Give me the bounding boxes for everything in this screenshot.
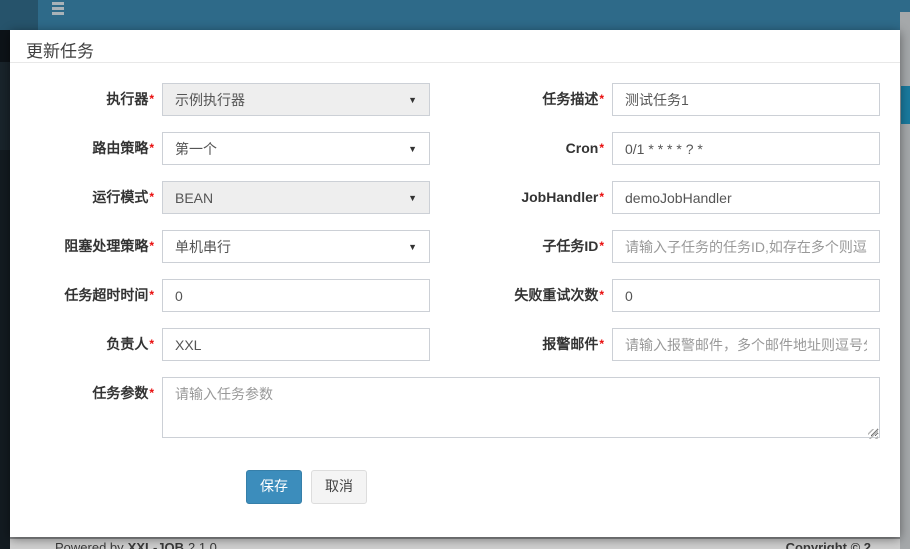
form-row: 执行器* 示例执行器 ▼ 任务描述* (10, 83, 900, 116)
required-mark: * (599, 288, 604, 302)
required-mark: * (599, 337, 604, 351)
required-mark: * (149, 239, 154, 253)
field-job-desc: 任务描述* (455, 83, 900, 116)
job-param-textarea[interactable] (162, 377, 880, 438)
field-timeout: 任务超时时间* (10, 279, 455, 312)
top-navbar (0, 0, 910, 30)
executor-select[interactable]: 示例执行器 ▼ (162, 83, 430, 116)
child-jobid-label: 子任务ID* (455, 230, 612, 263)
author-label: 负责人* (10, 328, 162, 361)
update-job-form: 执行器* 示例执行器 ▼ 任务描述* 路由策略* 第一个 ▼ Cron* (10, 63, 900, 504)
save-button[interactable]: 保存 (246, 470, 302, 504)
field-child-jobid: 子任务ID* (455, 230, 900, 263)
required-mark: * (149, 386, 154, 400)
timeout-label: 任务超时时间* (10, 279, 162, 312)
chevron-down-icon: ▼ (408, 242, 417, 252)
job-desc-input[interactable] (612, 83, 880, 116)
field-job-param: 任务参数* (10, 377, 898, 443)
footer-copyright: Copyright © 2 (786, 540, 871, 549)
route-strategy-select[interactable]: 第一个 ▼ (162, 132, 430, 165)
update-job-modal: 更新任务 执行器* 示例执行器 ▼ 任务描述* 路由策略* 第一个 ▼ (10, 30, 900, 537)
author-input[interactable] (162, 328, 430, 361)
required-mark: * (599, 92, 604, 106)
cron-label: Cron* (455, 132, 612, 165)
field-fail-retry: 失败重试次数* (455, 279, 900, 312)
required-mark: * (149, 337, 154, 351)
navbar-logo-area (0, 0, 38, 30)
modal-header: 更新任务 (10, 30, 900, 63)
field-alarm-email: 报警邮件* (455, 328, 900, 361)
form-row: 运行模式* BEAN ▼ JobHandler* (10, 181, 900, 214)
vertical-scrollbar[interactable] (900, 12, 910, 549)
cron-input[interactable] (612, 132, 880, 165)
sidebar-active-item (0, 62, 10, 150)
block-strategy-select[interactable]: 单机串行 ▼ (162, 230, 430, 263)
field-glue-type: 运行模式* BEAN ▼ (10, 181, 455, 214)
glue-type-label: 运行模式* (10, 181, 162, 214)
required-mark: * (149, 190, 154, 204)
chevron-down-icon: ▼ (408, 144, 417, 154)
chevron-down-icon: ▼ (408, 193, 417, 203)
page-footer: Powered byXXL-JOB2.1.0 Copyright © 2 (10, 537, 900, 549)
required-mark: * (149, 141, 154, 155)
job-desc-label: 任务描述* (455, 83, 612, 116)
field-jobhandler: JobHandler* (455, 181, 900, 214)
jobhandler-label: JobHandler* (455, 181, 612, 214)
required-mark: * (599, 239, 604, 253)
field-route-strategy: 路由策略* 第一个 ▼ (10, 132, 455, 165)
fail-retry-input[interactable] (612, 279, 880, 312)
field-block-strategy: 阻塞处理策略* 单机串行 ▼ (10, 230, 455, 263)
modal-title: 更新任务 (26, 42, 94, 61)
alarm-email-input[interactable] (612, 328, 880, 361)
alarm-email-label: 报警邮件* (455, 328, 612, 361)
job-param-label: 任务参数* (10, 377, 162, 443)
cancel-button[interactable]: 取消 (311, 470, 367, 504)
jobhandler-input[interactable] (612, 181, 880, 214)
sidebar-segment (0, 30, 10, 62)
form-row: 路由策略* 第一个 ▼ Cron* (10, 132, 900, 165)
form-row: 任务参数* (10, 377, 900, 443)
field-executor: 执行器* 示例执行器 ▼ (10, 83, 455, 116)
footer-powered-by: Powered byXXL-JOB2.1.0 (55, 540, 217, 549)
glue-type-select[interactable]: BEAN ▼ (162, 181, 430, 214)
field-author: 负责人* (10, 328, 455, 361)
hamburger-menu-icon[interactable] (52, 2, 64, 16)
form-row: 负责人* 报警邮件* (10, 328, 900, 361)
chevron-down-icon: ▼ (408, 95, 417, 105)
form-row: 任务超时时间* 失败重试次数* (10, 279, 900, 312)
required-mark: * (599, 190, 604, 204)
block-strategy-label: 阻塞处理策略* (10, 230, 162, 263)
executor-label: 执行器* (10, 83, 162, 116)
child-jobid-input[interactable] (612, 230, 880, 263)
timeout-input[interactable] (162, 279, 430, 312)
fail-retry-label: 失败重试次数* (455, 279, 612, 312)
sidebar (0, 30, 10, 549)
modal-actions: 保存 取消 (246, 470, 900, 504)
required-mark: * (149, 288, 154, 302)
scrollbar-thumb[interactable] (901, 86, 910, 124)
required-mark: * (599, 141, 604, 155)
required-mark: * (149, 92, 154, 106)
footer-version: 2.1.0 (188, 540, 217, 549)
field-cron: Cron* (455, 132, 900, 165)
form-row: 阻塞处理策略* 单机串行 ▼ 子任务ID* (10, 230, 900, 263)
route-strategy-label: 路由策略* (10, 132, 162, 165)
footer-brand: XXL-JOB (128, 540, 184, 549)
